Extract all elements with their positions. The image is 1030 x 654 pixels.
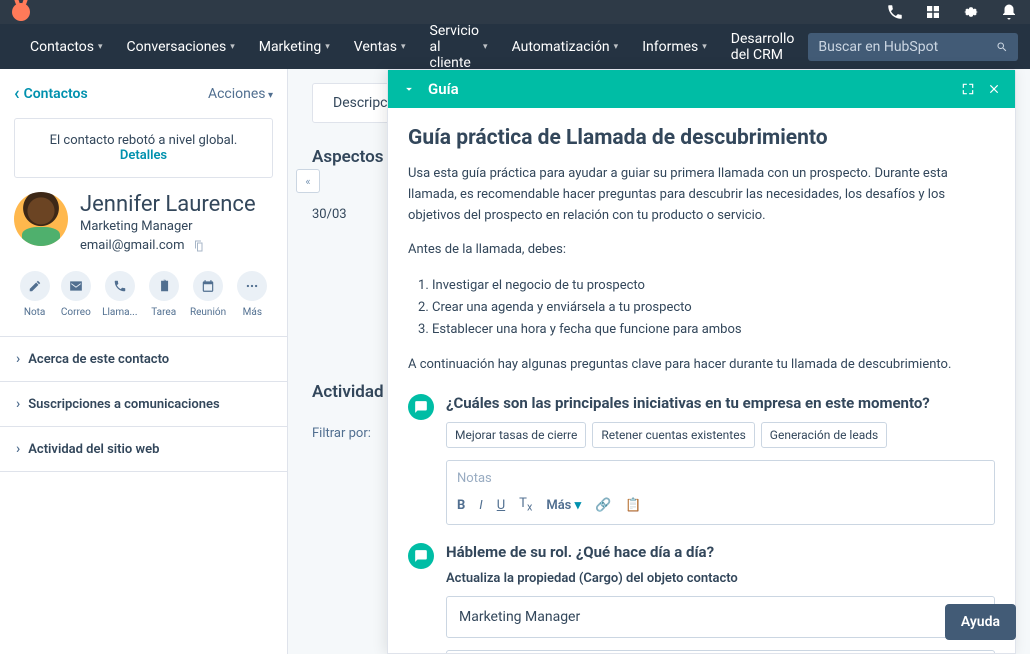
chip-cierre[interactable]: Mejorar tasas de cierre xyxy=(446,422,586,448)
nav-informes[interactable]: Informes xyxy=(632,31,717,63)
contact-sidebar: Contactos Acciones El contacto rebotó a … xyxy=(0,69,288,654)
collapse-sidebar-btn[interactable]: « xyxy=(296,169,320,193)
chip-leads[interactable]: Generación de leads xyxy=(761,422,887,448)
action-mas[interactable]: Más xyxy=(237,271,267,318)
question-2: Hábleme de su rol. ¿Qué hace día a día? xyxy=(446,543,995,561)
notes-box-1[interactable]: Notas B I U Tx Más ▾ 🔗 📋 xyxy=(446,460,995,525)
action-nota[interactable]: Nota xyxy=(20,271,50,318)
contact-title: Marketing Manager xyxy=(80,219,256,234)
search-input[interactable] xyxy=(818,39,996,55)
action-tarea[interactable]: Tarea xyxy=(149,271,179,318)
phone-icon[interactable] xyxy=(886,3,904,21)
chat-icon xyxy=(408,394,434,420)
search-box[interactable] xyxy=(808,33,1018,61)
bounce-alert: El contacto rebotó a nivel global. Detal… xyxy=(14,118,273,178)
acc-acerca[interactable]: Acerca de este contacto xyxy=(0,337,287,382)
bell-icon[interactable] xyxy=(1000,3,1018,21)
contact-email: email@gmail.com xyxy=(80,238,256,253)
close-icon[interactable] xyxy=(987,82,1001,96)
guide-after: A continuación hay algunas preguntas cla… xyxy=(408,355,995,376)
question-2-sub: Actualiza la propiedad (Cargo) del objet… xyxy=(446,571,995,586)
gear-icon[interactable] xyxy=(962,3,980,21)
cargo-input[interactable]: Marketing Manager xyxy=(446,596,995,638)
clear-format-btn[interactable]: Tx xyxy=(519,496,532,514)
panel-title: Guía xyxy=(428,80,949,98)
bold-btn[interactable]: B xyxy=(457,498,465,513)
marketplace-icon[interactable] xyxy=(924,3,942,21)
avatar[interactable] xyxy=(14,192,68,246)
main-content: Descripci « Aspectos 30/03 ActividadFilt… xyxy=(288,69,1030,654)
guide-list: Investigar el negocio de tu prospectoCre… xyxy=(432,275,995,341)
hubspot-logo[interactable] xyxy=(12,3,30,21)
guide-panel: Guía Guía práctica de Llamada de descubr… xyxy=(387,69,1016,654)
copy-icon[interactable] xyxy=(193,240,205,252)
link-btn[interactable]: 🔗 xyxy=(595,498,611,513)
guide-intro: Usa esta guía práctica para ayudar a gui… xyxy=(408,164,995,226)
search-icon xyxy=(996,39,1008,55)
chip-retener[interactable]: Retener cuentas existentes xyxy=(592,422,754,448)
guide-pre: Antes de la llamada, debes: xyxy=(408,240,995,261)
contact-name: Jennifer Laurence xyxy=(80,192,256,217)
action-correo[interactable]: Correo xyxy=(61,271,91,318)
back-link[interactable]: Contactos xyxy=(14,83,88,104)
acciones-dropdown[interactable]: Acciones xyxy=(208,86,273,102)
paste-btn[interactable]: 📋 xyxy=(625,498,641,513)
nav-marketing[interactable]: Marketing xyxy=(249,31,340,63)
notes-box-2[interactable]: Notas B I U Tx Más ▾ 🔗 📋 xyxy=(446,650,995,653)
acc-actividad-web[interactable]: Actividad del sitio web xyxy=(0,427,287,472)
nav-automatizacion[interactable]: Automatización xyxy=(502,31,629,63)
chat-icon xyxy=(408,543,434,569)
nav-contactos[interactable]: Contactos xyxy=(20,31,113,63)
acc-suscripciones[interactable]: Suscripciones a comunicaciones xyxy=(0,382,287,427)
main-nav: Contactos Conversaciones Marketing Venta… xyxy=(0,24,1030,69)
nav-ventas[interactable]: Ventas xyxy=(344,31,416,63)
detalles-link[interactable]: Detalles xyxy=(120,148,167,163)
question-1: ¿Cuáles son las principales iniciativas … xyxy=(446,394,995,412)
action-llamada[interactable]: Llama... xyxy=(102,271,137,318)
underline-btn[interactable]: U xyxy=(497,498,505,513)
italic-btn[interactable]: I xyxy=(479,498,482,513)
nav-conversaciones[interactable]: Conversaciones xyxy=(117,31,245,63)
help-button[interactable]: Ayuda xyxy=(945,604,1016,640)
chevron-down-icon[interactable] xyxy=(402,82,416,96)
expand-icon[interactable] xyxy=(961,82,975,96)
nav-desarrollo[interactable]: Desarrollo del CRM xyxy=(721,23,805,71)
action-reunion[interactable]: Reunión xyxy=(190,271,226,318)
guide-title: Guía práctica de Llamada de descubrimien… xyxy=(408,126,995,150)
mas-dropdown[interactable]: Más ▾ xyxy=(546,498,581,513)
